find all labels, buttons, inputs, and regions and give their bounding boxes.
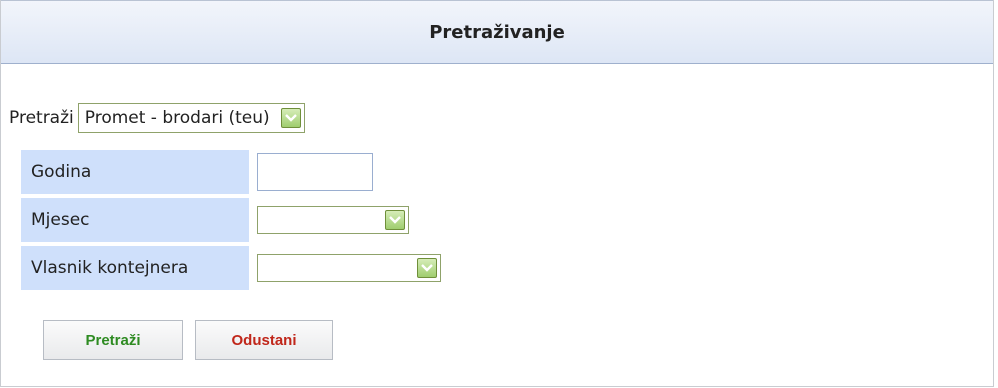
cancel-button[interactable]: Odustani bbox=[195, 320, 333, 360]
chevron-down-icon[interactable] bbox=[417, 258, 437, 278]
search-type-row: Pretraži Promet - brodari (teu) bbox=[9, 102, 305, 134]
panel-header: Pretraživanje bbox=[1, 0, 993, 64]
panel-title: Pretraživanje bbox=[429, 21, 565, 43]
month-select[interactable] bbox=[257, 206, 409, 234]
search-type-value: Promet - brodari (teu) bbox=[84, 108, 270, 128]
chevron-down-icon[interactable] bbox=[385, 210, 405, 230]
search-type-select[interactable]: Promet - brodari (teu) bbox=[77, 103, 305, 133]
search-button[interactable]: Pretraži bbox=[43, 320, 183, 360]
form-row-container-owner: Vlasnik kontejnera bbox=[21, 246, 249, 290]
form-row-year: Godina bbox=[21, 150, 249, 194]
container-owner-select[interactable] bbox=[257, 254, 441, 282]
form-row-month: Mjesec bbox=[21, 198, 249, 242]
search-type-label: Pretraži bbox=[9, 108, 74, 128]
year-input[interactable] bbox=[257, 153, 373, 191]
month-label: Mjesec bbox=[21, 198, 249, 242]
search-panel: Pretraživanje Pretraži Promet - brodari … bbox=[0, 0, 994, 387]
chevron-down-icon[interactable] bbox=[280, 108, 301, 128]
container-owner-label: Vlasnik kontejnera bbox=[21, 246, 249, 290]
year-label: Godina bbox=[21, 150, 249, 194]
